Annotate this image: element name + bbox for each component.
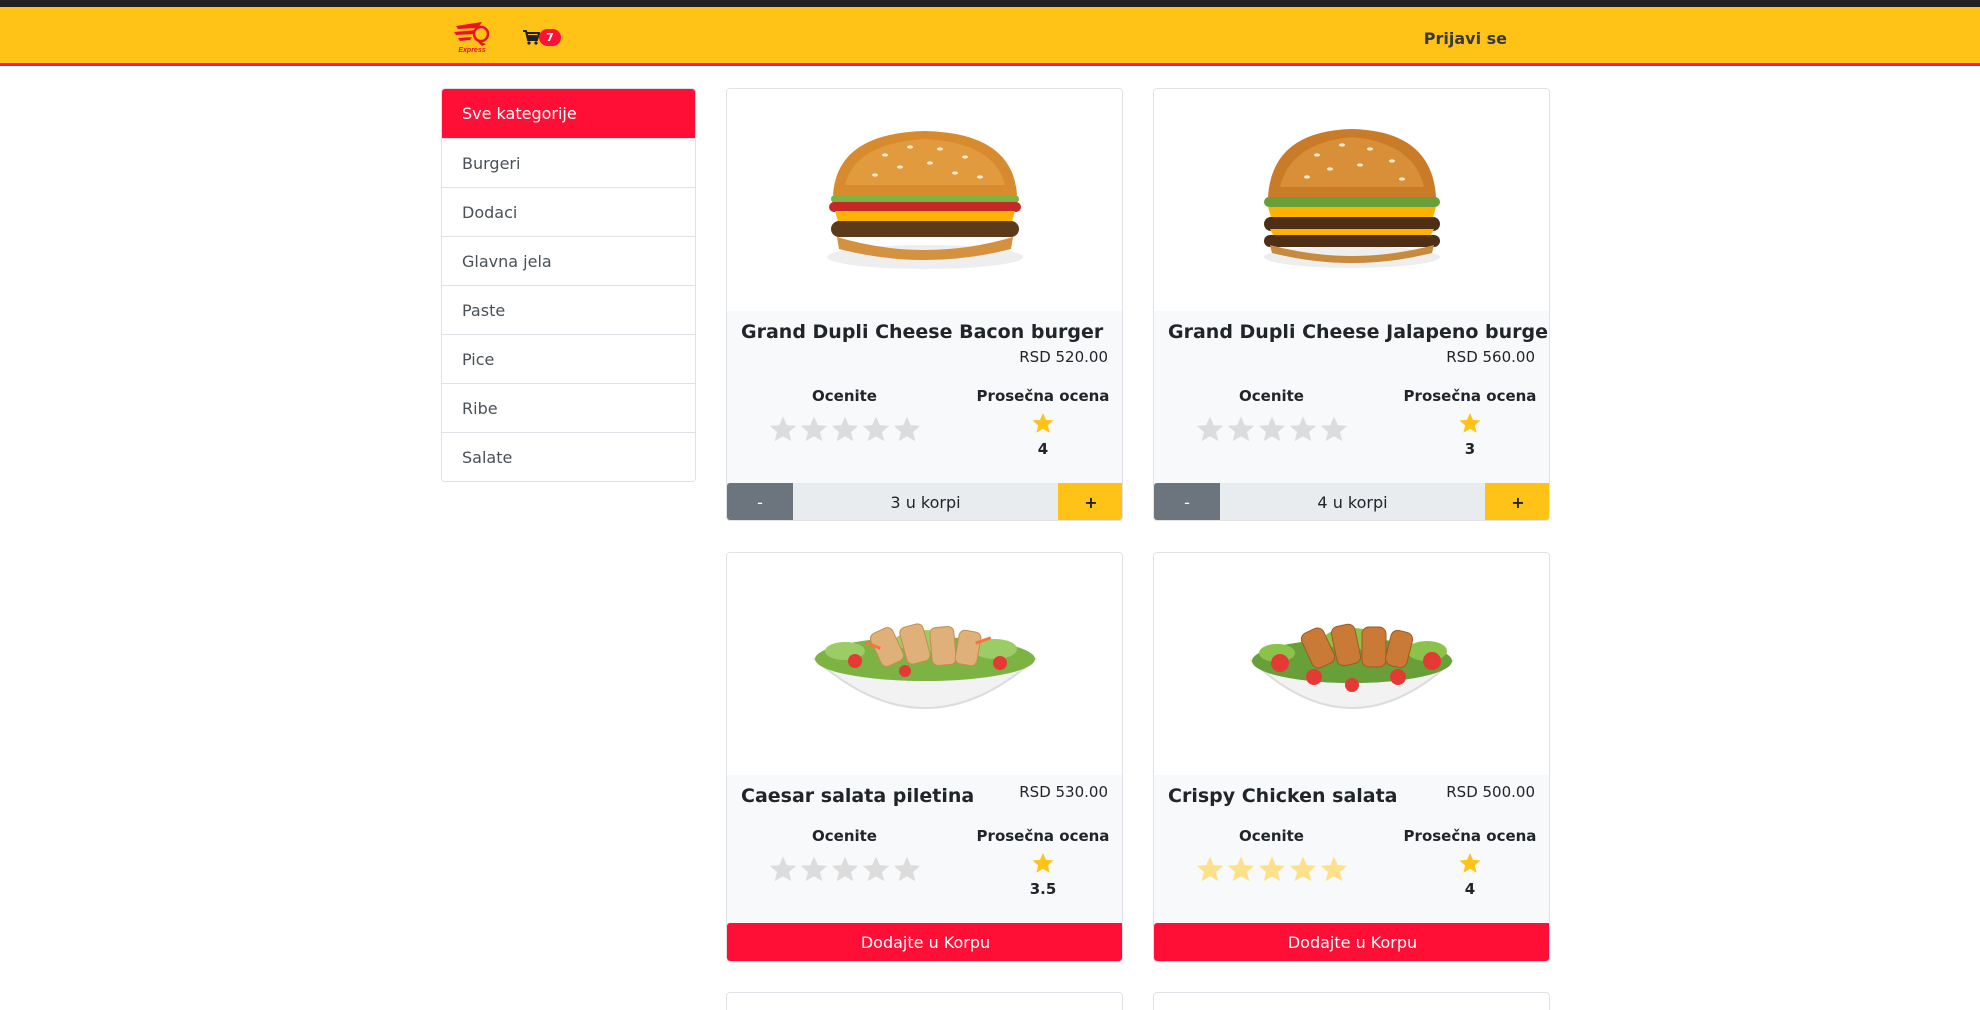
average-rating-section: Prosečna ocena 4	[962, 387, 1122, 458]
star-icon[interactable]	[1226, 854, 1256, 884]
star-icon[interactable]	[861, 414, 891, 444]
cart-count-badge: 7	[539, 29, 561, 46]
star-icon[interactable]	[1319, 414, 1349, 444]
average-label: Prosečna ocena	[976, 827, 1110, 845]
rate-label: Ocenite	[812, 387, 877, 405]
product-price: RSD 530.00	[1019, 783, 1108, 801]
quantity-control: - 3 u korpi +	[727, 483, 1122, 520]
category-item-dodaci[interactable]: Dodaci	[442, 187, 695, 236]
star-icon[interactable]	[1288, 414, 1318, 444]
quantity-in-cart: 3 u korpi	[890, 492, 961, 512]
add-to-cart-button[interactable]: Dodajte u Korpu	[727, 923, 1122, 961]
star-icon[interactable]	[892, 854, 922, 884]
burger-image	[1263, 129, 1440, 268]
category-item-salate[interactable]: Salate	[442, 432, 695, 481]
star-icon[interactable]	[1195, 414, 1225, 444]
browser-top-strip	[0, 0, 1980, 7]
product-image[interactable]	[1154, 553, 1549, 775]
category-item-burgeri[interactable]: Burgeri	[442, 138, 695, 187]
star-icon[interactable]	[830, 414, 860, 444]
average-rating-value: 3.5	[1029, 880, 1057, 898]
login-link[interactable]: Prijavi se	[1424, 29, 1507, 48]
decrease-quantity-button[interactable]: -	[727, 483, 793, 520]
rate-label: Ocenite	[1239, 827, 1304, 845]
product-card: Grand Dupli Cheese Jalapeno burger RSD 5…	[1153, 88, 1550, 521]
add-to-cart-button[interactable]: Dodajte u Korpu	[1154, 923, 1549, 961]
rate-section: Ocenite	[1154, 387, 1389, 444]
product-image[interactable]	[727, 553, 1122, 775]
decrease-quantity-button[interactable]: -	[1154, 483, 1220, 520]
star-icon[interactable]	[799, 414, 829, 444]
average-label: Prosečna ocena	[1403, 387, 1537, 405]
star-icon[interactable]	[1226, 414, 1256, 444]
star-icon[interactable]	[1288, 854, 1318, 884]
average-rating-value: 4	[1464, 880, 1476, 898]
star-icon[interactable]	[768, 854, 798, 884]
star-icon[interactable]	[799, 854, 829, 884]
star-icon[interactable]	[1257, 414, 1287, 444]
product-name: Grand Dupli Cheese Jalapeno burger	[1168, 321, 1550, 343]
product-image[interactable]	[1154, 89, 1549, 311]
product-name: Crispy Chicken salata	[1168, 785, 1398, 807]
rate-label: Ocenite	[812, 827, 877, 845]
shopping-cart-icon	[523, 30, 540, 45]
quantity-control: - 4 u korpi +	[1154, 483, 1549, 520]
product-card	[726, 992, 1123, 1010]
star-icon	[1459, 413, 1481, 433]
average-label: Prosečna ocena	[1403, 827, 1537, 845]
category-list: Sve kategorije Burgeri Dodaci Glavna jel…	[441, 88, 696, 482]
rate-section: Ocenite	[727, 827, 962, 884]
star-icon[interactable]	[768, 414, 798, 444]
navbar: Express 7 Prijavi se	[0, 7, 1980, 66]
average-rating-section: Prosečna ocena 3	[1389, 387, 1549, 458]
salad-image	[1248, 623, 1455, 709]
product-price: RSD 500.00	[1446, 783, 1535, 801]
rate-section: Ocenite	[727, 387, 962, 444]
salad-image	[811, 623, 1038, 709]
average-rating-value: 3	[1464, 440, 1476, 458]
category-item-glavna-jela[interactable]: Glavna jela	[442, 236, 695, 285]
svg-text:Express: Express	[458, 47, 485, 54]
star-icon[interactable]	[1257, 854, 1287, 884]
star-icon	[1459, 853, 1481, 873]
star-icon[interactable]	[861, 854, 891, 884]
rating-stars	[727, 854, 962, 884]
product-name: Grand Dupli Cheese Bacon burger	[741, 321, 1104, 343]
quantity-in-cart: 4 u korpi	[1317, 492, 1388, 512]
average-rating-section: Prosečna ocena 4	[1389, 827, 1549, 898]
rate-label: Ocenite	[1239, 387, 1304, 405]
star-icon[interactable]	[892, 414, 922, 444]
category-item-paste[interactable]: Paste	[442, 285, 695, 334]
average-rating-value: 4	[1037, 440, 1049, 458]
food-express-logo[interactable]: Express	[452, 20, 492, 54]
star-icon	[1032, 853, 1054, 873]
product-price: RSD 560.00	[1446, 348, 1535, 366]
star-icon[interactable]	[1195, 854, 1225, 884]
rating-stars	[1154, 854, 1389, 884]
product-card: Caesar salata piletina RSD 530.00 Ocenit…	[726, 552, 1123, 962]
product-price: RSD 520.00	[1019, 348, 1108, 366]
category-item-pice[interactable]: Pice	[442, 334, 695, 383]
increase-quantity-button[interactable]: +	[1058, 483, 1122, 520]
cart-button[interactable]: 7	[523, 29, 561, 46]
product-card: Crispy Chicken salata RSD 500.00 Ocenite…	[1153, 552, 1550, 962]
star-icon[interactable]	[830, 854, 860, 884]
average-rating-section: Prosečna ocena 3.5	[962, 827, 1122, 898]
rating-stars	[727, 414, 962, 444]
rate-section: Ocenite	[1154, 827, 1389, 884]
product-card	[1153, 992, 1550, 1010]
star-icon	[1032, 413, 1054, 433]
category-item-ribe[interactable]: Ribe	[442, 383, 695, 432]
product-name: Caesar salata piletina	[741, 785, 975, 807]
product-card: Grand Dupli Cheese Bacon burger RSD 520.…	[726, 88, 1123, 521]
category-item-all[interactable]: Sve kategorije	[442, 89, 695, 138]
star-icon[interactable]	[1319, 854, 1349, 884]
product-image[interactable]	[727, 89, 1122, 311]
average-label: Prosečna ocena	[976, 387, 1110, 405]
increase-quantity-button[interactable]: +	[1485, 483, 1549, 520]
burger-image	[826, 131, 1023, 269]
rating-stars	[1154, 414, 1389, 444]
